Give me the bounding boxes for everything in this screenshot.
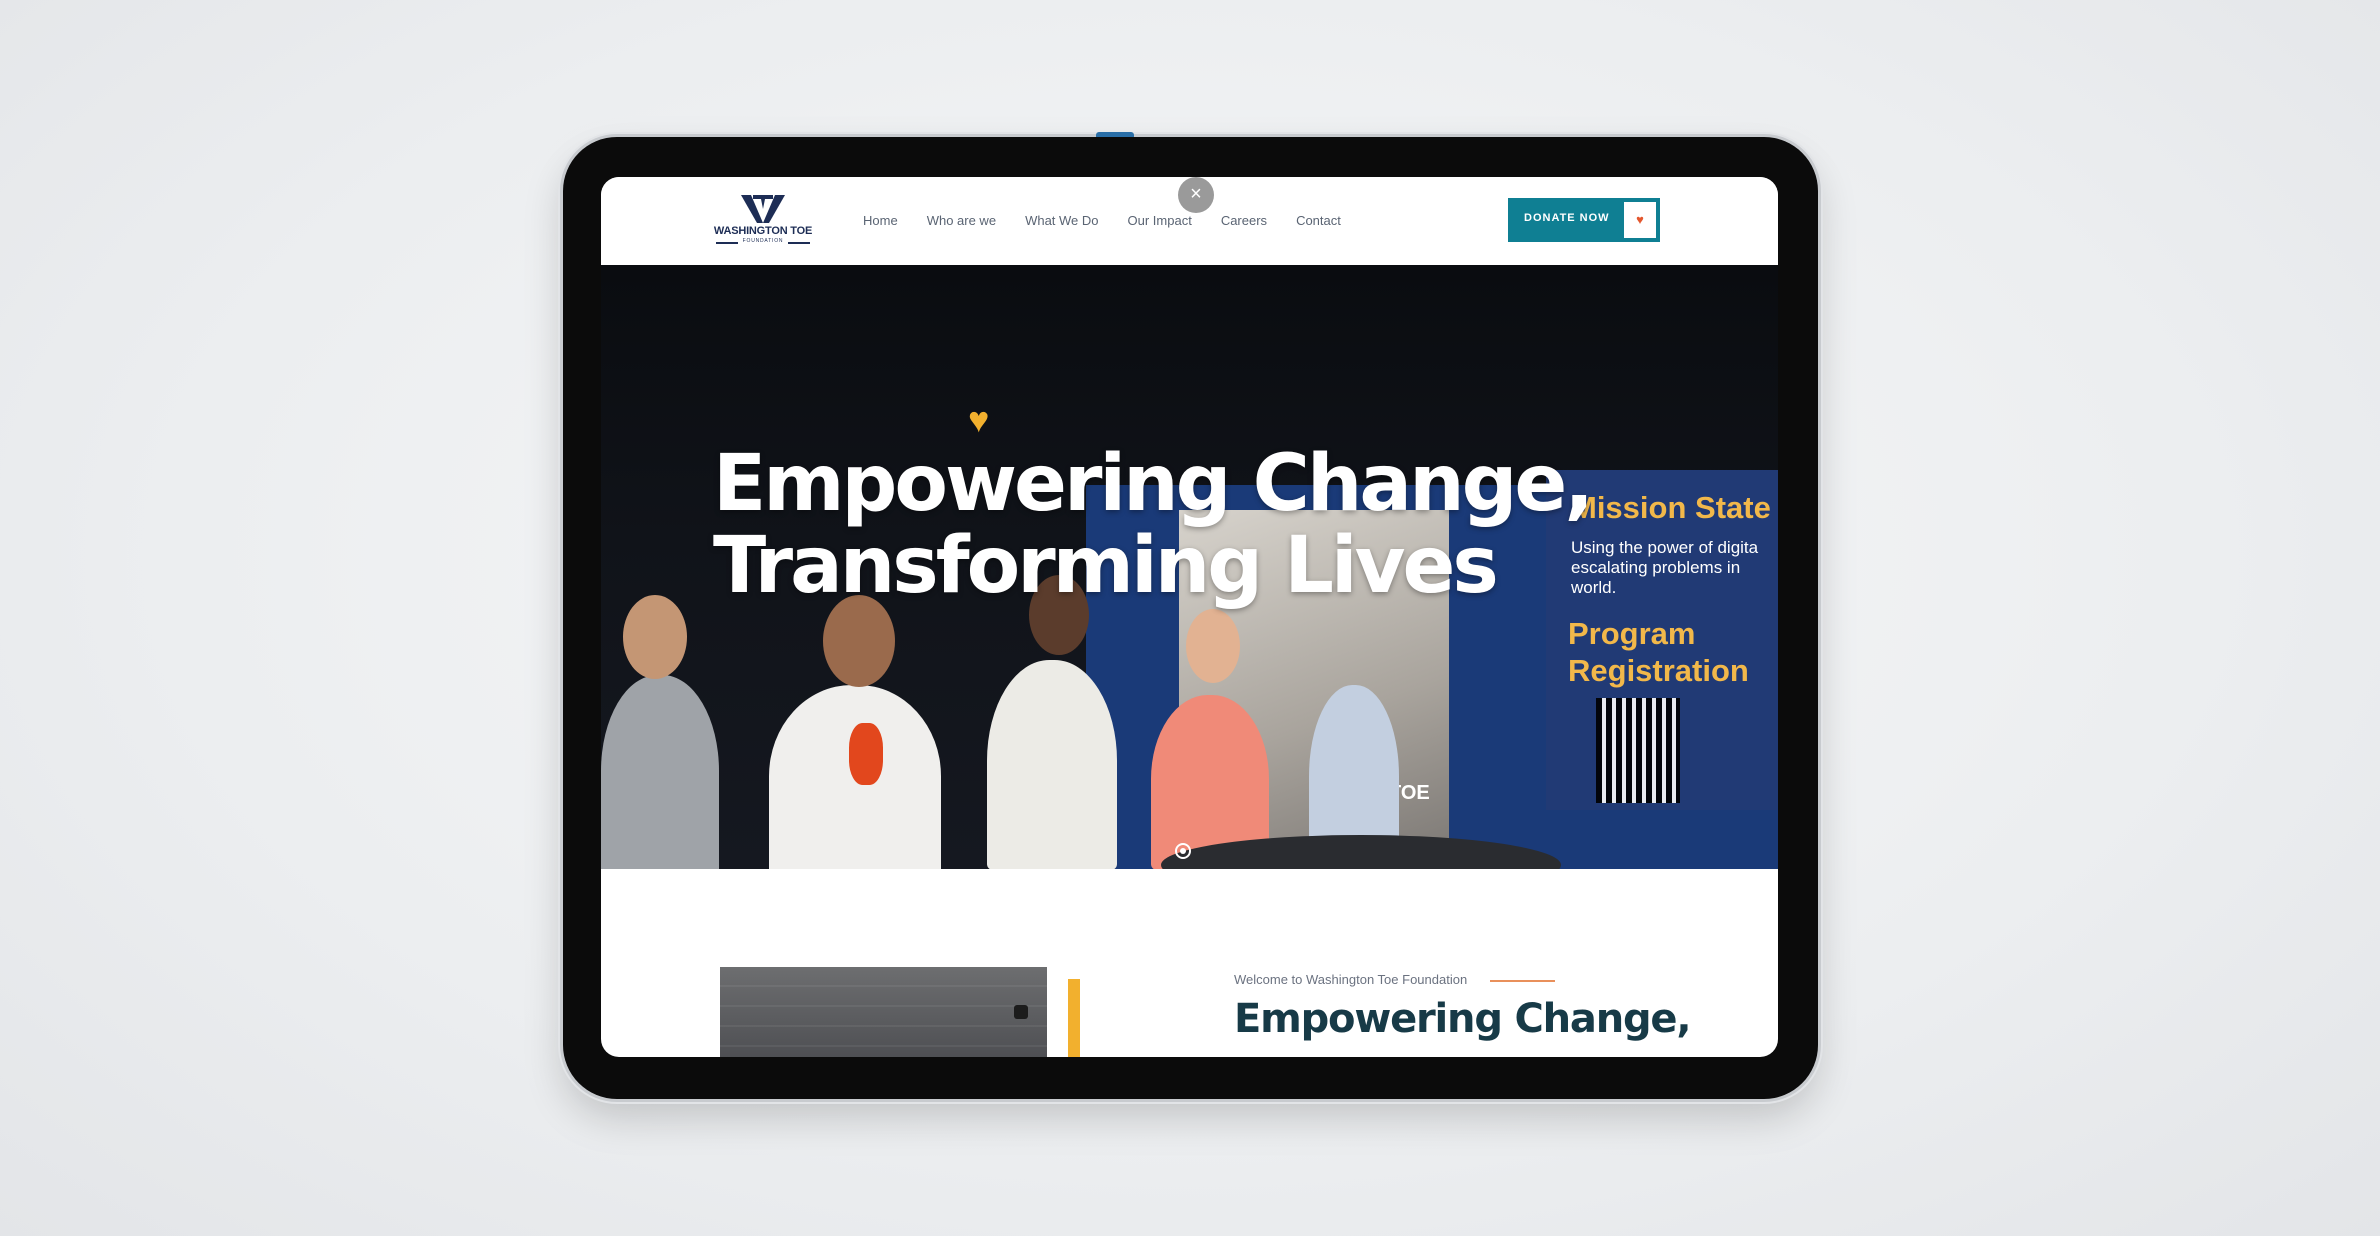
photo-head-4 xyxy=(1186,609,1240,683)
banner-program: Program Registration xyxy=(1568,615,1749,689)
nav-careers[interactable]: Careers xyxy=(1221,213,1267,228)
photo-person-3 xyxy=(987,660,1117,869)
nav-contact[interactable]: Contact xyxy=(1296,213,1341,228)
about-image-light xyxy=(1014,1005,1028,1019)
tablet-frame: WASHINGTON TOE FOUNDATION Home Who are w… xyxy=(563,132,1818,1099)
nav-our-impact[interactable]: Our Impact xyxy=(1128,213,1192,228)
hero-heart-icon: ♥ xyxy=(968,399,990,440)
hero-title: Empowering Change, Transforming Lives xyxy=(713,439,1594,611)
brand-name: WASHINGTON TOE xyxy=(713,225,813,237)
eyebrow-line xyxy=(1490,980,1555,982)
photo-shirt-logo xyxy=(849,723,883,785)
nav-home[interactable]: Home xyxy=(863,213,898,228)
hero-title-line1: Empowering Change, xyxy=(713,439,1594,529)
close-icon[interactable]: × xyxy=(1178,177,1214,213)
about-eyebrow: Welcome to Washington Toe Foundation xyxy=(1234,972,1468,987)
donate-button[interactable]: DONATE NOW ♥ xyxy=(1508,198,1660,242)
logo-rule-right xyxy=(788,242,810,244)
hero-title-line2: Transforming Lives xyxy=(713,521,1499,611)
record-icon xyxy=(1175,843,1191,859)
logo-mark-icon xyxy=(741,195,785,223)
about-image-wall xyxy=(720,967,1047,1057)
hero-section: TOE Mission State Using the power of dig… xyxy=(601,265,1778,869)
main-nav: Home Who are we What We Do Our Impact Ca… xyxy=(863,213,1370,228)
tablet-camera xyxy=(1096,132,1134,137)
photo-head-1 xyxy=(623,595,687,679)
qr-code-icon xyxy=(1596,698,1680,803)
nav-what-we-do[interactable]: What We Do xyxy=(1025,213,1098,228)
photo-person-1 xyxy=(601,675,719,869)
banner-program-line1: Program xyxy=(1568,616,1696,651)
donate-label: DONATE NOW xyxy=(1524,212,1610,224)
about-title: Empowering Change, xyxy=(1234,996,1692,1042)
banner-mission-text: Using the power of digita escalating pro… xyxy=(1571,538,1759,597)
logo-rule-left xyxy=(716,242,738,244)
nav-who-are-we[interactable]: Who are we xyxy=(927,213,996,228)
heart-icon: ♥ xyxy=(1624,202,1656,238)
site-header: WASHINGTON TOE FOUNDATION Home Who are w… xyxy=(601,177,1778,266)
about-image xyxy=(720,967,1047,1057)
site-logo[interactable]: WASHINGTON TOE FOUNDATION xyxy=(710,195,816,251)
banner-program-line2: Registration xyxy=(1568,653,1749,688)
browser-viewport: WASHINGTON TOE FOUNDATION Home Who are w… xyxy=(601,177,1778,1057)
banner-mission-title: Mission State xyxy=(1571,490,1771,525)
accent-bar xyxy=(1068,979,1080,1057)
